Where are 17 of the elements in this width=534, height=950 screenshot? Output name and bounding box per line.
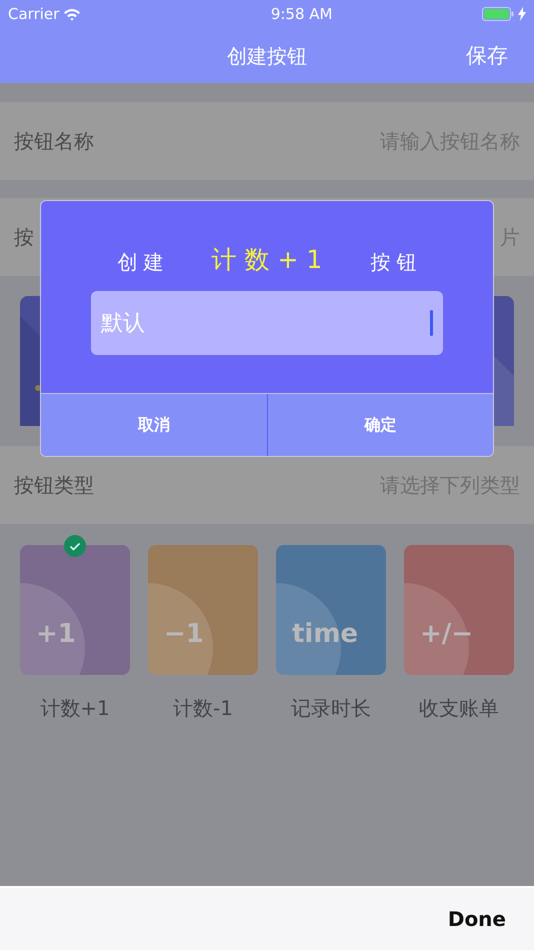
type-label: 计数+1 (39, 695, 111, 722)
type-glyph: +1 (36, 621, 76, 647)
field-label: 按钮名称 (14, 128, 94, 155)
type-label: 收支账单 (418, 695, 500, 722)
dialog-title-text: 创 建 (117, 249, 164, 276)
type-glyph: +/− (420, 621, 474, 647)
clock-time: 9:58 AM (270, 4, 332, 25)
page-title: 创建按钮 (227, 42, 307, 70)
field-label: 按钮类型 (14, 472, 94, 499)
carrier-label: Carrier (8, 4, 60, 25)
type-label: 计数-1 (172, 695, 234, 722)
type-glyph: time (292, 621, 358, 647)
button-type-name: 计 数 + 1 (212, 244, 322, 276)
type-glyph: −1 (164, 621, 204, 647)
dialog-title-text: 按 钮 (370, 249, 417, 276)
field-label: 按 (14, 224, 34, 251)
type-label: 记录时长 (290, 695, 372, 722)
